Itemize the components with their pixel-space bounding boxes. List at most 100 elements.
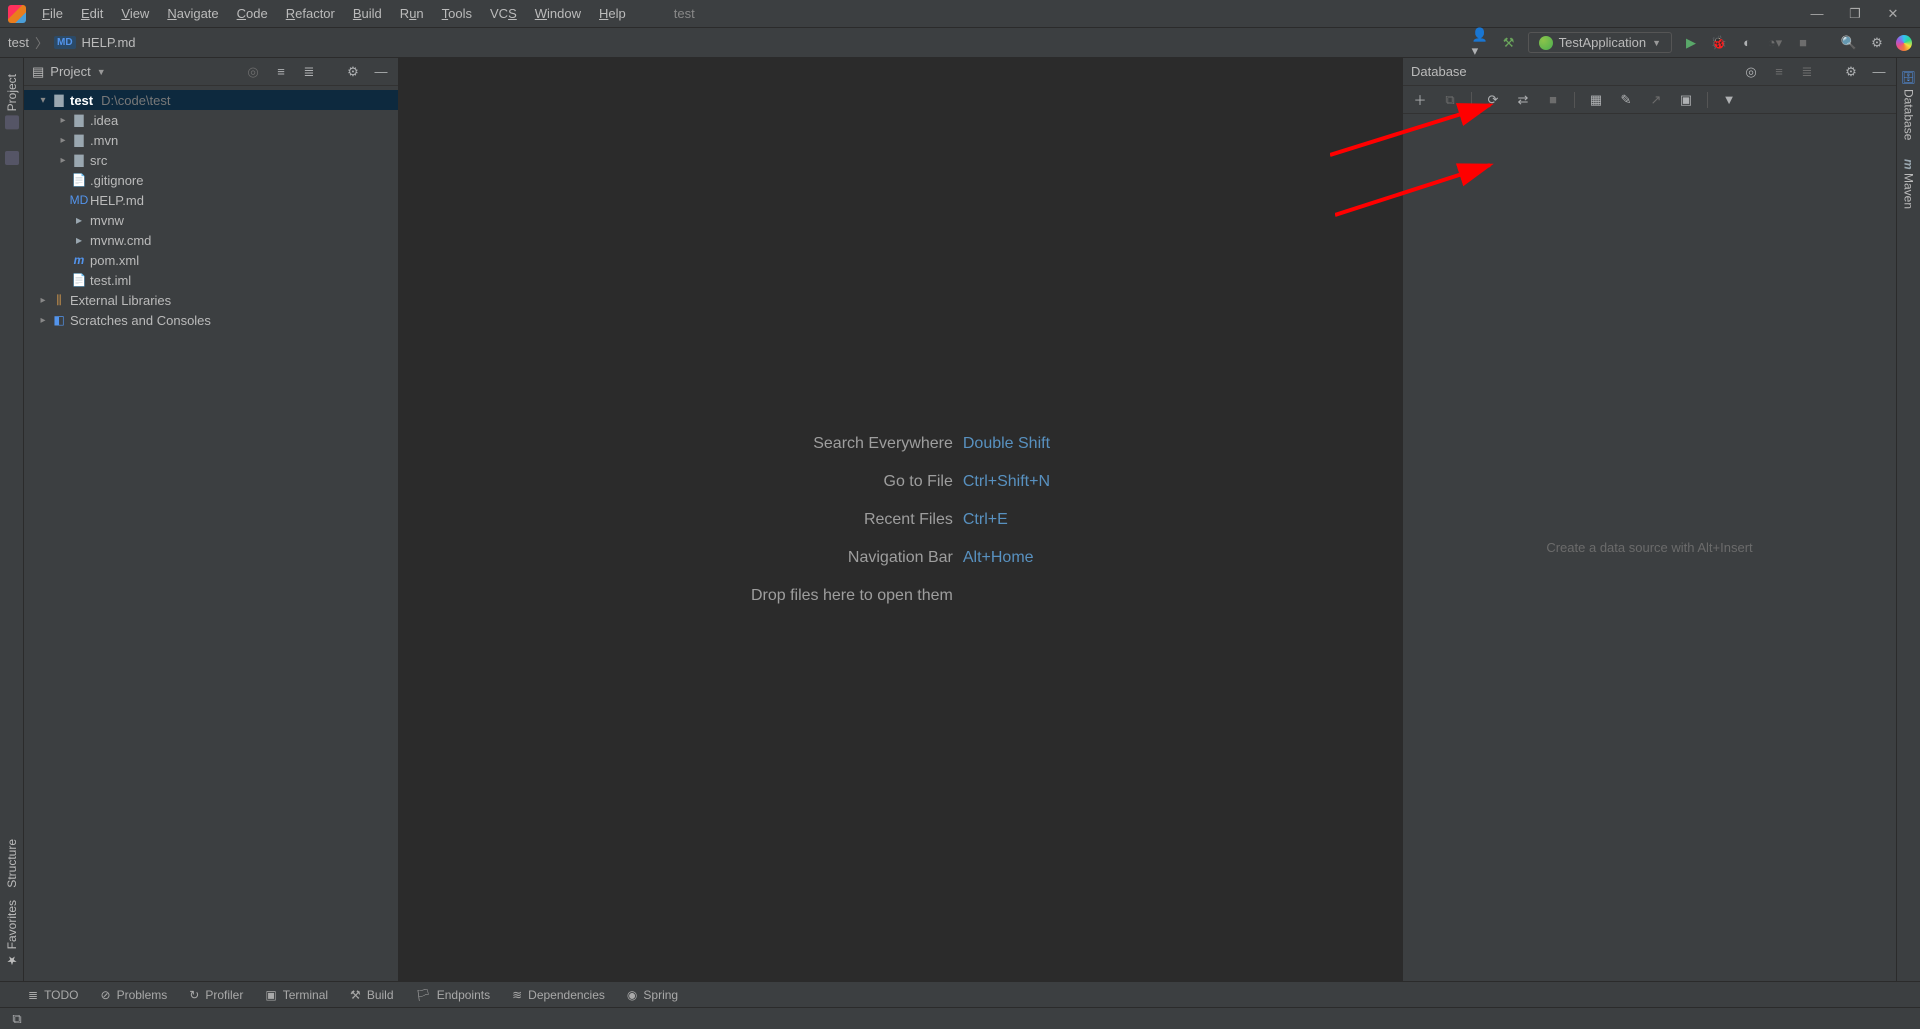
- db-duplicate-icon[interactable]: ⧉: [1441, 91, 1459, 109]
- db-add-icon[interactable]: ＋: [1411, 91, 1429, 109]
- db-hide-icon[interactable]: —: [1870, 63, 1888, 81]
- menu-navigate[interactable]: Navigate: [159, 3, 226, 24]
- tree-collapse-icon[interactable]: ▸: [38, 295, 48, 306]
- chevron-down-icon: ▼: [1652, 38, 1661, 48]
- menu-view[interactable]: View: [113, 3, 157, 24]
- tree-collapse-icon[interactable]: ▸: [58, 155, 68, 166]
- bottom-tab-terminal[interactable]: ▣Terminal: [265, 988, 328, 1002]
- toolbar-right: 👤▾ ⚒ TestApplication ▼ ▶ 🐞 ◐ ◔▾ ■ 🔍 ⚙: [1472, 32, 1912, 53]
- db-stop-icon[interactable]: ■: [1544, 91, 1562, 109]
- menu-run[interactable]: Run: [392, 3, 432, 24]
- file-icon: ▸: [72, 233, 86, 247]
- coverage-icon[interactable]: ◐: [1738, 34, 1756, 52]
- profile-icon[interactable]: ◔▾: [1766, 34, 1784, 52]
- db-collapse-icon[interactable]: ≣: [1798, 63, 1816, 81]
- db-settings-icon[interactable]: ⚙: [1842, 63, 1860, 81]
- breadcrumb-file[interactable]: HELP.md: [82, 35, 136, 50]
- bottom-tab-label: Profiler: [205, 988, 243, 1002]
- run-icon[interactable]: ▶: [1682, 34, 1700, 52]
- database-body[interactable]: Create a data source with Alt+Insert: [1403, 114, 1896, 981]
- menu-file[interactable]: FFileile: [34, 3, 71, 24]
- db-table-icon[interactable]: ▦: [1587, 91, 1605, 109]
- minimize-button[interactable]: —: [1810, 7, 1824, 21]
- tree-label: .mvn: [90, 133, 118, 148]
- maximize-button[interactable]: ❐: [1848, 7, 1862, 21]
- menu-tools[interactable]: Tools: [434, 3, 480, 24]
- project-panel-title[interactable]: ▤ Project ▼: [32, 64, 106, 80]
- db-expand-icon[interactable]: ≡: [1770, 63, 1788, 81]
- hint-recent-key[interactable]: Ctrl+E: [963, 501, 1050, 539]
- bottom-tab-build[interactable]: ⚒Build: [350, 988, 393, 1002]
- db-locate-icon[interactable]: ◎: [1742, 63, 1760, 81]
- left-tab-structure[interactable]: Structure: [3, 833, 21, 894]
- file-icon: ▸: [72, 213, 86, 227]
- left-tab-files[interactable]: [3, 145, 21, 171]
- tree-file-mvnwcmd[interactable]: ▸ mvnw.cmd: [24, 230, 398, 250]
- left-tab-favorites[interactable]: ★ Favorites: [3, 894, 21, 973]
- tree-scratches[interactable]: ▸ ◧ Scratches and Consoles: [24, 310, 398, 330]
- tree-label: .idea: [90, 113, 118, 128]
- code-with-me-icon[interactable]: [1896, 35, 1912, 51]
- hide-panel-icon[interactable]: —: [372, 63, 390, 81]
- tree-file-help[interactable]: MD HELP.md: [24, 190, 398, 210]
- tree-label: mvnw: [90, 213, 124, 228]
- tree-folder-idea[interactable]: ▸ ▇ .idea: [24, 110, 398, 130]
- db-refresh-icon[interactable]: ⟳: [1484, 91, 1502, 109]
- right-tab-database[interactable]: 🗄 Database: [1900, 64, 1918, 147]
- tree-collapse-icon[interactable]: ▸: [58, 115, 68, 126]
- menu-vcs[interactable]: VCS: [482, 3, 525, 24]
- tree-file-pom[interactable]: m pom.xml: [24, 250, 398, 270]
- stop-icon[interactable]: ■: [1794, 34, 1812, 52]
- hint-goto-key[interactable]: Ctrl+Shift+N: [963, 463, 1050, 501]
- tree-collapse-icon[interactable]: ▸: [58, 135, 68, 146]
- run-config-selector[interactable]: TestApplication ▼: [1528, 32, 1672, 53]
- bottom-tab-label: Build: [367, 988, 394, 1002]
- tree-collapse-icon[interactable]: ▸: [38, 315, 48, 326]
- menu-build[interactable]: Build: [345, 3, 390, 24]
- menu-help[interactable]: Help: [591, 3, 634, 24]
- panel-settings-icon[interactable]: ⚙: [344, 63, 362, 81]
- settings-icon[interactable]: ⚙: [1868, 34, 1886, 52]
- bottom-tab-todo[interactable]: ≣TODO: [28, 988, 79, 1002]
- bottom-tab-endpoints[interactable]: 🏳Endpoints: [416, 988, 491, 1002]
- add-config-icon[interactable]: 👤▾: [1472, 34, 1490, 52]
- tree-external-libs[interactable]: ▸ ⫼ External Libraries: [24, 290, 398, 310]
- close-button[interactable]: ✕: [1886, 7, 1900, 21]
- db-sync-icon[interactable]: ⇄: [1514, 91, 1532, 109]
- editor-area[interactable]: Search Everywhere Double Shift Go to Fil…: [399, 58, 1402, 981]
- tree-file-gitignore[interactable]: 📄 .gitignore: [24, 170, 398, 190]
- debug-icon[interactable]: 🐞: [1710, 34, 1728, 52]
- bottom-tab-spring[interactable]: ◉Spring: [627, 988, 678, 1002]
- search-icon[interactable]: 🔍: [1840, 34, 1858, 52]
- tree-expand-icon[interactable]: ▾: [38, 95, 48, 106]
- hammer-icon[interactable]: ⚒: [1500, 34, 1518, 52]
- toolwindows-icon[interactable]: ⧉: [8, 1010, 26, 1028]
- left-tab-project[interactable]: Project: [3, 68, 21, 135]
- tree-root[interactable]: ▾ ▇ test D:\code\test: [24, 90, 398, 110]
- menu-code[interactable]: Code: [229, 3, 276, 24]
- locate-icon[interactable]: ◎: [244, 63, 262, 81]
- tree-file-iml[interactable]: 📄 test.iml: [24, 270, 398, 290]
- db-jump-icon[interactable]: ↗: [1647, 91, 1665, 109]
- collapse-all-icon[interactable]: ≣: [300, 63, 318, 81]
- db-console-icon[interactable]: ▣: [1677, 91, 1695, 109]
- bottom-tab-profiler[interactable]: ↻Profiler: [189, 988, 243, 1002]
- menu-window[interactable]: Window: [527, 3, 589, 24]
- tree-folder-src[interactable]: ▸ ▇ src: [24, 150, 398, 170]
- hint-search-key[interactable]: Double Shift: [963, 425, 1050, 463]
- breadcrumb-root[interactable]: test: [8, 35, 29, 50]
- tree-label: External Libraries: [70, 293, 171, 308]
- bottom-tab-dependencies[interactable]: ≋Dependencies: [512, 988, 605, 1002]
- bottom-tab-problems[interactable]: ⊘Problems: [101, 988, 168, 1002]
- tree-folder-mvn[interactable]: ▸ ▇ .mvn: [24, 130, 398, 150]
- menu-edit[interactable]: Edit: [73, 3, 111, 24]
- expand-all-icon[interactable]: ≡: [272, 63, 290, 81]
- menu-refactor[interactable]: Refactor: [278, 3, 343, 24]
- project-tree[interactable]: ▾ ▇ test D:\code\test ▸ ▇ .idea ▸ ▇ .mvn…: [24, 86, 398, 981]
- db-filter-icon[interactable]: ▼: [1720, 91, 1738, 109]
- db-edit-icon[interactable]: ✎: [1617, 91, 1635, 109]
- database-placeholder: Create a data source with Alt+Insert: [1546, 540, 1752, 555]
- tree-file-mvnw[interactable]: ▸ mvnw: [24, 210, 398, 230]
- right-tab-maven[interactable]: m Maven: [1900, 153, 1918, 216]
- hint-navbar-key[interactable]: Alt+Home: [963, 539, 1050, 577]
